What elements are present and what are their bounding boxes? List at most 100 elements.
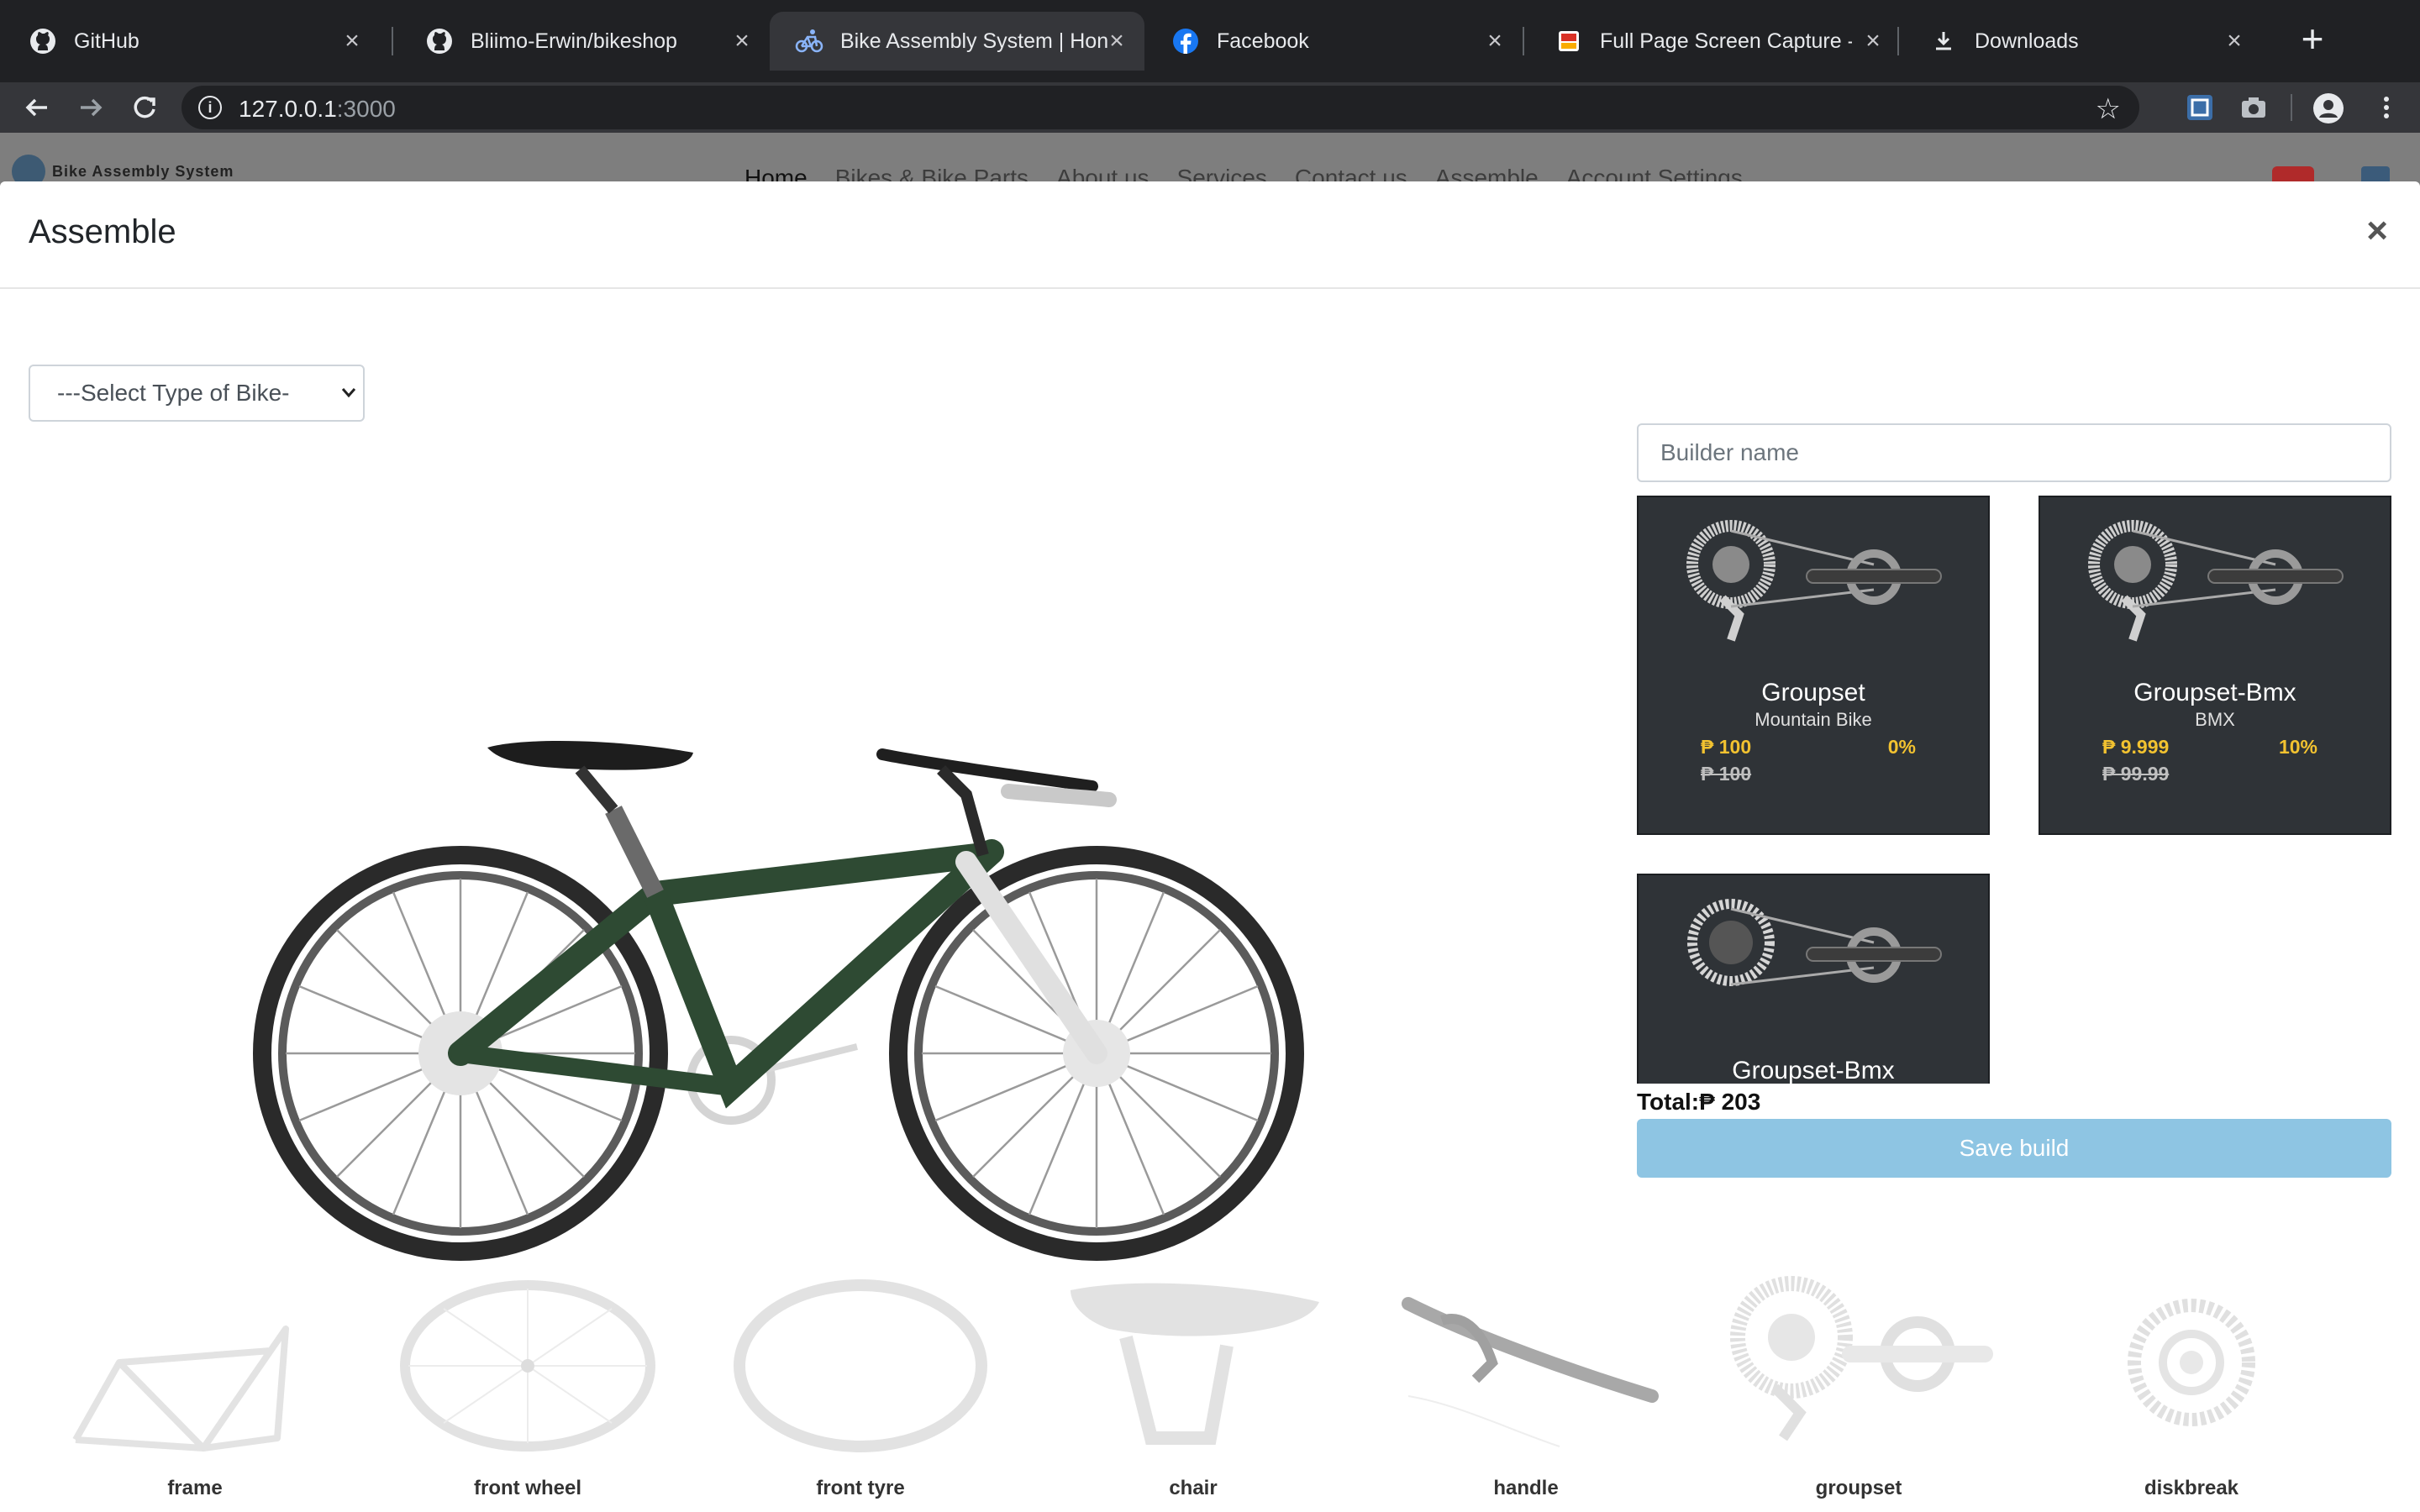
disk-brake-icon [2128,1299,2255,1426]
bike-icon [795,27,823,55]
bike-frame [448,806,1107,1109]
address-bar[interactable]: i 127.0.0.1:3000 ☆ [182,86,2139,129]
bike-preview [252,543,1344,1299]
part-card[interactable]: Groupset Mountain Bike ₱ 100 0% ₱ 100 [1637,496,1990,835]
part-discount: 0% [1887,736,1916,758]
slot-label: frame [167,1477,223,1499]
arrow-right-icon [81,98,103,117]
site-header: Bike Assembly System Home Bikes & Bike P… [0,133,2420,192]
part-name: Groupset-Bmx [2133,679,2296,706]
tab-title: Bliimo-Erwin/bikeshop [471,29,677,53]
tyre-icon [734,1279,987,1452]
tab-title: Downloads [1975,29,2079,53]
groupset-image [1687,899,1942,986]
part-name: Groupset [1761,679,1865,706]
tab-github[interactable]: GitHub × [3,12,380,71]
tab-full-page-capture[interactable]: Full Page Screen Capture - C × [1529,12,1901,71]
slot-label: diskbreak [2144,1477,2239,1499]
tab-downloads[interactable]: Downloads × [1904,12,2262,71]
part-discount: 10% [2278,736,2317,758]
profile-avatar-icon[interactable] [2312,92,2344,123]
builder-name-placeholder: Builder name [1660,439,1799,465]
site-brand-label: Bike Assembly System [52,162,234,180]
part-original-price: ₱ 100 [1701,763,1752,785]
part-price: ₱ 100 [1701,736,1752,758]
groupset-image [2088,520,2344,642]
slot-label: handle [1493,1477,1559,1499]
wheel-icon [400,1280,655,1452]
close-tab-icon[interactable]: × [1860,29,1886,54]
download-icon [1929,27,1958,55]
tab-title: GitHub [74,29,139,53]
reload-icon [134,96,155,118]
modal-header: Assemble × [0,181,2420,289]
capture-extension-icon [1555,27,1583,55]
close-tab-icon[interactable]: × [1482,29,1507,54]
chevron-down-icon [339,366,358,441]
info-icon[interactable]: i [198,96,222,119]
frame-icon [72,1326,289,1452]
new-tab-button[interactable]: + [2294,19,2331,59]
save-build-button[interactable]: Save build [1637,1119,2391,1178]
more-menu-icon[interactable] [2371,92,2402,123]
tab-divider [1523,27,1524,55]
back-button[interactable] [18,89,55,126]
close-tab-icon[interactable]: × [729,29,755,54]
bike-type-select-value: ---Select Type of Bike- [57,380,290,406]
slot-label: front tyre [816,1477,905,1499]
part-name: Groupset-Bmx [1732,1057,1895,1084]
reload-button[interactable] [126,89,163,126]
part-type: BMX [2195,709,2235,730]
saddle-icon [1071,1283,1319,1445]
slot-label: chair [1169,1477,1218,1499]
tab-divider [392,27,393,55]
slot-label: groupset [1815,1477,1902,1499]
forward-button[interactable] [72,89,109,126]
handlebar [876,748,1098,792]
part-card[interactable]: Groupset-Bmx [1637,874,1990,1084]
builder-name-input[interactable]: Builder name [1637,423,2391,482]
saddle [487,741,693,770]
part-price: ₱ 9.999 [2102,736,2170,758]
capture-extension-icon[interactable] [2185,92,2215,123]
modal-title: Assemble [29,213,176,250]
tab-title: Facebook [1217,29,1309,53]
slot-chair[interactable]: chair [1059,1270,1328,1512]
close-tab-icon[interactable]: × [339,29,365,54]
github-icon [425,27,454,55]
slot-groupset[interactable]: groupset [1724,1270,1993,1512]
slot-handle[interactable]: handle [1392,1270,1660,1512]
facebook-icon [1171,27,1200,55]
tab-bike-assembly[interactable]: Bike Assembly System | Hon × [770,12,1144,71]
component-slots: frame front wheel front tyre chair handl… [0,1270,2420,1512]
part-original-price: ₱ 99.99 [2102,763,2170,785]
build-total: Total:₱ 203 [1637,1089,1761,1115]
camera-extension-icon[interactable] [2238,92,2269,123]
bike-type-select[interactable]: ---Select Type of Bike- [29,365,365,422]
part-type: Mountain Bike [1754,709,1872,730]
slot-front-wheel[interactable]: front wheel [393,1270,662,1512]
github-icon [29,27,57,55]
close-tab-icon[interactable]: × [1104,29,1129,54]
slot-front-tyre[interactable]: front tyre [726,1270,995,1512]
handlebar-icon [1402,1297,1659,1447]
tab-facebook[interactable]: Facebook × [1146,12,1523,71]
slot-diskbreak[interactable]: diskbreak [2057,1270,2326,1512]
close-tab-icon[interactable]: × [2222,29,2247,54]
arrow-left-icon [25,98,47,117]
groupset-image [1686,520,1942,642]
browser-toolbar: i 127.0.0.1:3000 ☆ [0,82,2420,133]
bookmark-star-icon[interactable]: ☆ [2096,92,2121,126]
slot-label: front wheel [473,1477,581,1499]
slot-frame[interactable]: frame [60,1270,329,1512]
url-text: 127.0.0.1:3000 [239,96,396,122]
close-icon[interactable]: × [2366,210,2388,252]
groupset-icon [1730,1276,1993,1441]
tab-bikeshop-repo[interactable]: Bliimo-Erwin/bikeshop × [400,12,770,71]
tab-title: Bike Assembly System | Hon [840,29,1109,53]
part-card[interactable]: Groupset-Bmx BMX ₱ 9.999 10% ₱ 99.99 [2039,496,2391,835]
assemble-modal: Assemble × ---Select Type of Bike- Build… [0,181,2420,1512]
toolbar-divider [2291,94,2292,121]
tab-divider [1897,27,1899,55]
parts-list: Groupset Mountain Bike ₱ 100 0% ₱ 100 Gr… [1637,496,2391,1084]
